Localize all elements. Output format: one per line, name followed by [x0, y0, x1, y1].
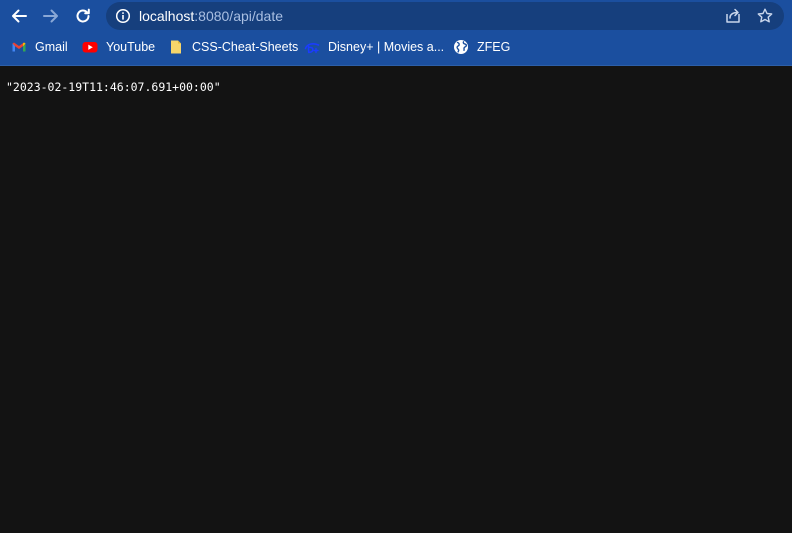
response-text: "2023-02-19T11:46:07.691+00:00": [6, 80, 221, 94]
youtube-icon: [82, 42, 98, 53]
bookmark-label: YouTube: [106, 40, 156, 54]
bookmark-css-cheat-sheets[interactable]: CSS-Cheat-Sheets: [168, 35, 298, 59]
bookmark-zfeg[interactable]: ZFEG: [453, 35, 510, 59]
page-content: "2023-02-19T11:46:07.691+00:00": [0, 66, 792, 533]
bookmark-gmail[interactable]: Gmail: [11, 35, 68, 59]
address-url[interactable]: localhost:8080/api/date: [139, 8, 283, 24]
bookmark-label: CSS-Cheat-Sheets: [192, 40, 299, 54]
back-button[interactable]: [6, 3, 32, 29]
globe-icon: [454, 40, 468, 54]
bookmarks-bar: Gmail YouTube CSS-Cheat-Sheets Disney+ |…: [0, 35, 792, 59]
folder-icon: [171, 40, 181, 54]
star-icon[interactable]: [756, 7, 774, 25]
bookmark-disney-plus[interactable]: Disney+ | Movies a...: [304, 35, 444, 59]
url-host: localhost: [139, 8, 195, 24]
bookmark-youtube[interactable]: YouTube: [82, 35, 155, 59]
gmail-icon: [12, 42, 26, 52]
bookmark-label: Gmail: [35, 40, 68, 54]
reload-button[interactable]: [70, 3, 96, 29]
bookmark-label: Disney+ | Movies a...: [328, 40, 445, 54]
arrow-left-icon: [12, 9, 27, 23]
forward-button[interactable]: [38, 3, 64, 29]
browser-chrome: localhost:8080/api/date Gmail YouTube CS…: [0, 0, 792, 66]
bookmark-label: ZFEG: [477, 40, 511, 54]
url-path: :8080/api/date: [194, 8, 284, 24]
disney-icon: [304, 43, 320, 54]
browser-toolbar: localhost:8080/api/date: [0, 0, 792, 31]
share-icon[interactable]: [724, 7, 742, 25]
info-icon[interactable]: [115, 8, 131, 24]
reload-icon: [76, 8, 90, 23]
address-bar[interactable]: localhost:8080/api/date: [106, 2, 784, 30]
arrow-right-icon: [43, 9, 58, 23]
